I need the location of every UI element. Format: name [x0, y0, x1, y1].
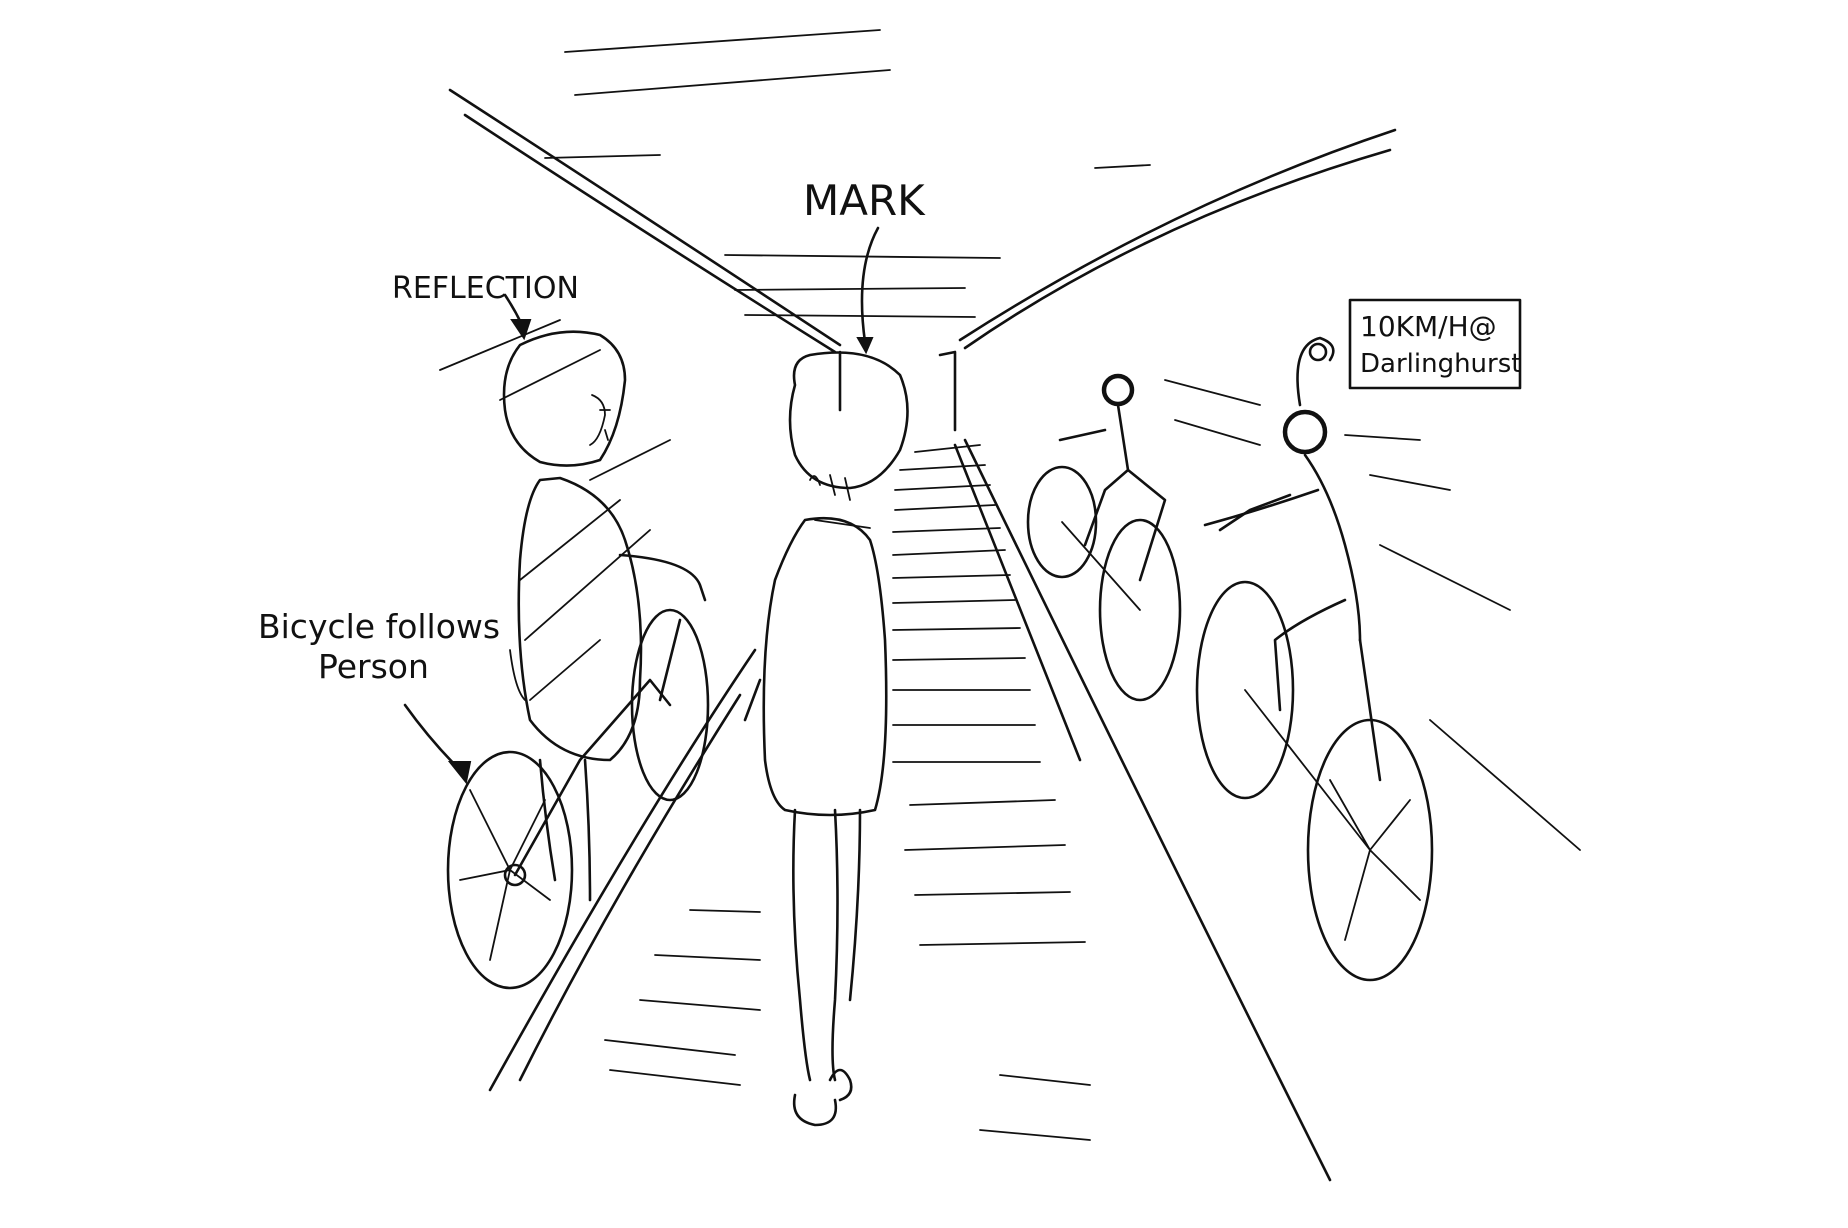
reflection-figure	[502, 330, 643, 902]
tunnel-walls	[448, 88, 1397, 1182]
tunnel-sketch: MARK REFLECTION Bicycle follows Person 1…	[258, 29, 1581, 1182]
mark-arrow-head	[856, 337, 874, 355]
cyclist-near	[1195, 409, 1434, 982]
label-mark: MARK	[803, 176, 926, 225]
label-speed: 10KM/H@	[1360, 310, 1497, 343]
label-person: Person	[318, 647, 429, 686]
right-motion-lines	[1164, 379, 1581, 851]
ceiling-motion-lines	[544, 29, 1151, 318]
speed-callout-dot	[1308, 342, 1328, 362]
cyclist-far	[1026, 373, 1182, 702]
label-location: Darlinghurst	[1360, 349, 1521, 379]
mark-figure	[743, 351, 909, 1127]
label-reflection: REFLECTION	[392, 271, 579, 306]
label-bicycle-follows: Bicycle follows	[258, 607, 500, 646]
bicycle-follows-arrow	[403, 703, 462, 772]
speed-callout-connector	[1296, 336, 1335, 407]
bicycle-follows-arrow-head	[447, 761, 472, 785]
mark-arrow	[860, 226, 880, 344]
